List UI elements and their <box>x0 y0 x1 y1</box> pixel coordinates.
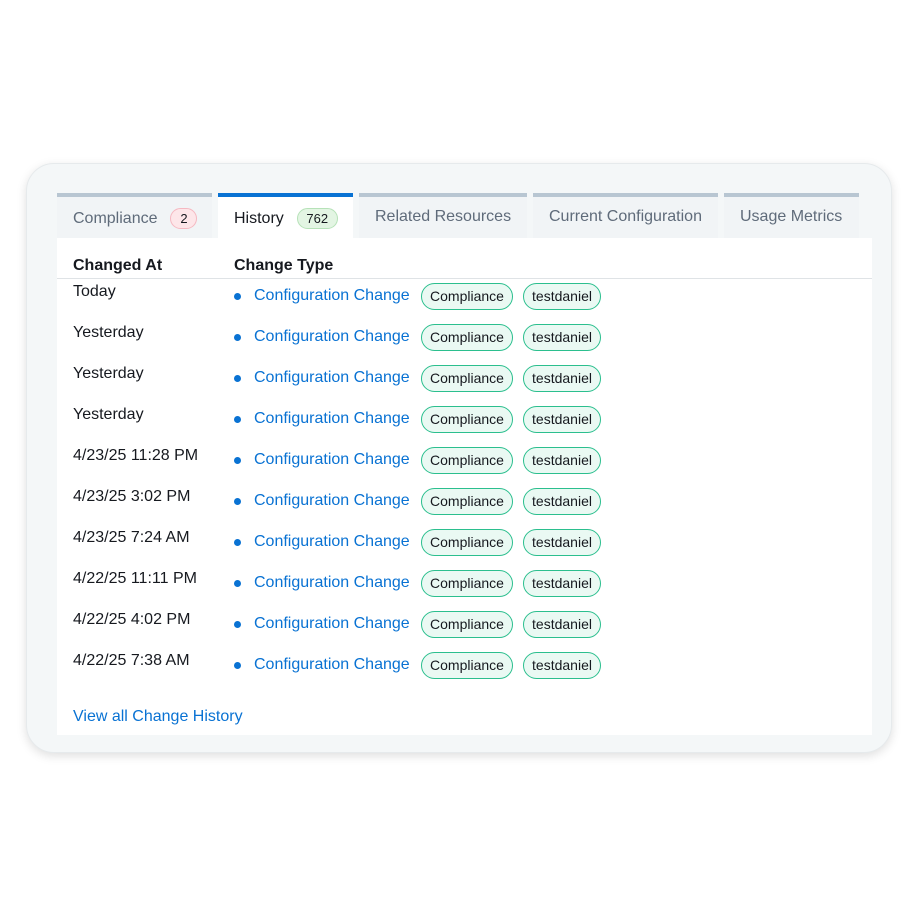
column-header-changed-at: Changed At <box>73 257 163 274</box>
changed-at-cell: 4/23/25 3:02 PM <box>73 488 191 505</box>
tab-compliance-label: Compliance <box>73 209 158 227</box>
changed-at-cell: Yesterday <box>73 324 144 341</box>
change-type-link[interactable]: Configuration Change <box>254 369 410 387</box>
bullet-icon <box>234 580 241 587</box>
tab-usage-metrics[interactable]: Usage Metrics <box>724 193 859 238</box>
column-header-change-type: Change Type <box>234 257 334 274</box>
compliance-tag: Compliance <box>421 570 513 597</box>
compliance-tag: Compliance <box>421 283 513 310</box>
compliance-tag: Compliance <box>421 652 513 679</box>
history-panel: Changed At Change Type Today Configurati… <box>57 238 872 735</box>
table-row: Yesterday Configuration Change Complianc… <box>57 365 872 406</box>
bullet-icon <box>234 375 241 382</box>
view-all-history-link[interactable]: View all Change History <box>73 708 243 726</box>
user-tag: testdaniel <box>523 365 601 392</box>
compliance-tag: Compliance <box>421 365 513 392</box>
compliance-tag: Compliance <box>421 529 513 556</box>
table-row: 4/22/25 11:11 PM Configuration Change Co… <box>57 570 872 611</box>
change-type-link[interactable]: Configuration Change <box>254 656 410 674</box>
bullet-icon <box>234 457 241 464</box>
change-type-link[interactable]: Configuration Change <box>254 287 410 305</box>
user-tag: testdaniel <box>523 611 601 638</box>
tab-related-resources[interactable]: Related Resources <box>359 193 527 238</box>
tab-current-configuration[interactable]: Current Configuration <box>533 193 718 238</box>
changed-at-cell: 4/22/25 4:02 PM <box>73 611 191 628</box>
tab-compliance[interactable]: Compliance 2 <box>57 193 212 238</box>
changed-at-cell: Yesterday <box>73 365 144 382</box>
compliance-tag: Compliance <box>421 611 513 638</box>
change-type-link[interactable]: Configuration Change <box>254 615 410 633</box>
compliance-tag: Compliance <box>421 447 513 474</box>
user-tag: testdaniel <box>523 529 601 556</box>
tab-history[interactable]: History 762 <box>218 193 353 239</box>
user-tag: testdaniel <box>523 488 601 515</box>
compliance-tag: Compliance <box>421 488 513 515</box>
changed-at-cell: Today <box>73 283 116 300</box>
user-tag: testdaniel <box>523 324 601 351</box>
changed-at-cell: 4/22/25 7:38 AM <box>73 652 190 669</box>
table-row: 4/23/25 3:02 PM Configuration Change Com… <box>57 488 872 529</box>
tab-current-configuration-label: Current Configuration <box>549 208 702 225</box>
user-tag: testdaniel <box>523 406 601 433</box>
compliance-tag: Compliance <box>421 406 513 433</box>
change-type-link[interactable]: Configuration Change <box>254 574 410 592</box>
header-divider <box>57 278 872 279</box>
resource-details-card: Compliance 2 History 762 Related Resourc… <box>26 163 892 753</box>
user-tag: testdaniel <box>523 652 601 679</box>
bullet-icon <box>234 539 241 546</box>
tab-related-resources-label: Related Resources <box>375 208 512 225</box>
changed-at-cell: Yesterday <box>73 406 144 423</box>
table-row: 4/23/25 7:24 AM Configuration Change Com… <box>57 529 872 570</box>
table-row: Yesterday Configuration Change Complianc… <box>57 406 872 447</box>
tab-usage-metrics-label: Usage Metrics <box>740 208 843 225</box>
user-tag: testdaniel <box>523 283 601 310</box>
bullet-icon <box>234 498 241 505</box>
bullet-icon <box>234 621 241 628</box>
table-row: 4/22/25 4:02 PM Configuration Change Com… <box>57 611 872 652</box>
changed-at-cell: 4/23/25 11:28 PM <box>73 447 199 464</box>
bullet-icon <box>234 334 241 341</box>
table-row: 4/23/25 11:28 PM Configuration Change Co… <box>57 447 872 488</box>
bullet-icon <box>234 293 241 300</box>
user-tag: testdaniel <box>523 447 601 474</box>
history-count-badge: 762 <box>296 208 338 229</box>
change-type-link[interactable]: Configuration Change <box>254 451 410 469</box>
changed-at-cell: 4/22/25 11:11 PM <box>73 570 197 587</box>
compliance-count-badge: 2 <box>170 208 198 229</box>
table-row: Yesterday Configuration Change Complianc… <box>57 324 872 365</box>
change-type-link[interactable]: Configuration Change <box>254 328 410 346</box>
table-row: 4/22/25 7:38 AM Configuration Change Com… <box>57 652 872 693</box>
compliance-tag: Compliance <box>421 324 513 351</box>
changed-at-cell: 4/23/25 7:24 AM <box>73 529 190 546</box>
change-type-link[interactable]: Configuration Change <box>254 410 410 428</box>
tab-history-label: History <box>234 209 284 227</box>
table-row: Today Configuration Change Compliance te… <box>57 283 872 324</box>
user-tag: testdaniel <box>523 570 601 597</box>
change-type-link[interactable]: Configuration Change <box>254 533 410 551</box>
change-type-link[interactable]: Configuration Change <box>254 492 410 510</box>
bullet-icon <box>234 662 241 669</box>
bullet-icon <box>234 416 241 423</box>
